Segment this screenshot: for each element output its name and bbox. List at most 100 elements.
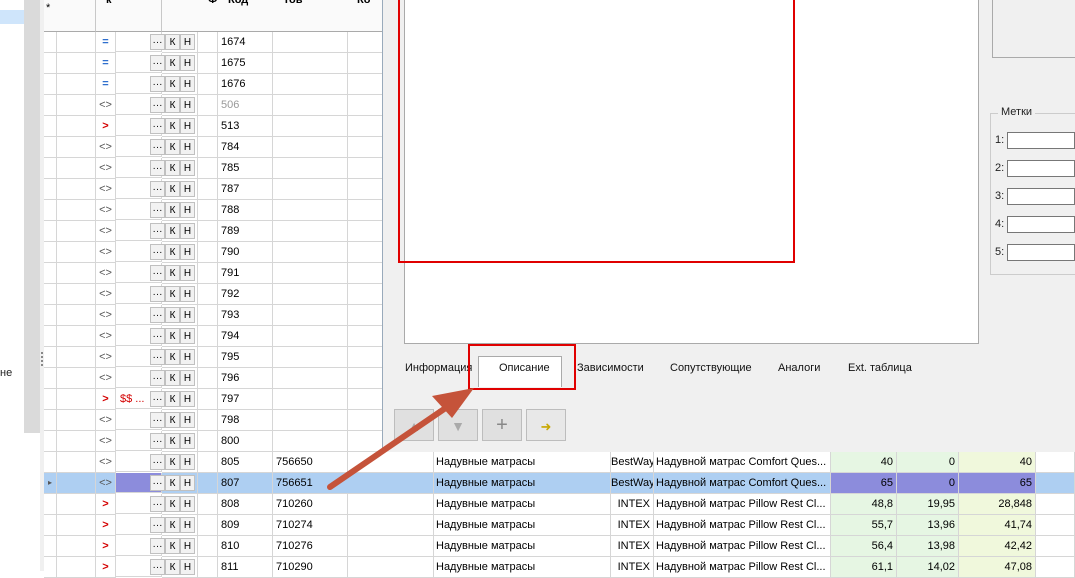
row-indicator[interactable] (44, 410, 57, 431)
row-button-dots[interactable]: ··· (150, 223, 165, 239)
tab-0[interactable]: Информация (405, 362, 472, 374)
tab-5[interactable]: Ext. таблица (848, 362, 912, 374)
row-button-dots[interactable]: ··· (150, 34, 165, 50)
row-indicator[interactable] (44, 368, 57, 389)
row-button-k[interactable]: К (165, 181, 180, 197)
row-button-dots[interactable]: ··· (150, 307, 165, 323)
row-button-dots[interactable]: ··· (150, 349, 165, 365)
grid-header-cell[interactable] (116, 0, 162, 32)
row-button-n[interactable]: Н (180, 454, 195, 470)
row-button-k[interactable]: К (165, 328, 180, 344)
row-indicator[interactable] (44, 389, 57, 410)
row-button-k[interactable]: К (165, 223, 180, 239)
row-button-dots[interactable]: ··· (150, 244, 165, 260)
row-indicator[interactable] (44, 536, 57, 557)
row-button-k[interactable]: К (165, 391, 180, 407)
row-button-k[interactable]: К (165, 517, 180, 533)
move-down-button[interactable]: ▼ (438, 409, 478, 441)
move-up-button[interactable]: ▲ (394, 409, 434, 441)
row-button-dots[interactable]: ··· (150, 265, 165, 281)
left-pane-selected-item[interactable] (0, 10, 24, 24)
grid-header-cell[interactable] (57, 0, 96, 32)
row-indicator[interactable] (44, 326, 57, 347)
row-button-k[interactable]: К (165, 370, 180, 386)
row-button-k[interactable]: К (165, 286, 180, 302)
row-button-n[interactable]: Н (180, 475, 195, 491)
row-indicator[interactable] (44, 284, 57, 305)
row-button-dots[interactable]: ··· (150, 139, 165, 155)
row-button-k[interactable]: К (165, 433, 180, 449)
row-indicator[interactable] (44, 431, 57, 452)
table-row[interactable]: ▸ <> ··· К Н 807 756651 Надувные матрасы BestWay… (44, 473, 1075, 494)
row-button-k[interactable]: К (165, 55, 180, 71)
row-indicator[interactable] (44, 32, 57, 53)
row-button-n[interactable]: Н (180, 328, 195, 344)
row-button-dots[interactable]: ··· (150, 76, 165, 92)
row-button-k[interactable]: К (165, 349, 180, 365)
row-button-dots[interactable]: ··· (150, 538, 165, 554)
row-button-k[interactable]: К (165, 496, 180, 512)
row-button-k[interactable]: К (165, 265, 180, 281)
row-button-n[interactable]: Н (180, 139, 195, 155)
row-indicator[interactable] (44, 158, 57, 179)
row-button-n[interactable]: Н (180, 412, 195, 428)
add-button[interactable]: + (482, 409, 522, 441)
row-button-dots[interactable]: ··· (150, 475, 165, 491)
row-button-n[interactable]: Н (180, 118, 195, 134)
row-indicator[interactable] (44, 494, 57, 515)
row-button-n[interactable]: Н (180, 559, 195, 575)
row-button-dots[interactable]: ··· (150, 412, 165, 428)
row-button-k[interactable]: К (165, 559, 180, 575)
row-indicator[interactable]: ▸ (44, 473, 57, 494)
row-button-n[interactable]: Н (180, 517, 195, 533)
row-button-dots[interactable]: ··· (150, 97, 165, 113)
row-button-dots[interactable]: ··· (150, 454, 165, 470)
row-button-n[interactable]: Н (180, 286, 195, 302)
row-button-n[interactable]: Н (180, 181, 195, 197)
row-button-k[interactable]: К (165, 307, 180, 323)
row-button-k[interactable]: К (165, 160, 180, 176)
row-button-dots[interactable]: ··· (150, 559, 165, 575)
row-button-n[interactable]: Н (180, 433, 195, 449)
table-row[interactable]: > ··· К Н 809 710274 Надувные матрасы INTEX Наду… (44, 515, 1075, 536)
tag-input[interactable] (1007, 244, 1075, 261)
row-button-n[interactable]: Н (180, 97, 195, 113)
table-row[interactable]: > ··· К Н 808 710260 Надувные матрасы INTEX Наду… (44, 494, 1075, 515)
row-button-n[interactable]: Н (180, 349, 195, 365)
tag-input[interactable] (1007, 188, 1075, 205)
row-button-dots[interactable]: ··· (150, 160, 165, 176)
row-button-dots[interactable]: ··· (150, 181, 165, 197)
row-button-n[interactable]: Н (180, 265, 195, 281)
table-row[interactable]: > ··· К Н 811 710290 Надувные матрасы INTEX Наду… (44, 557, 1075, 578)
row-indicator[interactable] (44, 557, 57, 578)
row-indicator[interactable] (44, 116, 57, 137)
row-button-k[interactable]: К (165, 97, 180, 113)
row-button-n[interactable]: Н (180, 160, 195, 176)
row-indicator[interactable] (44, 179, 57, 200)
row-button-n[interactable]: Н (180, 76, 195, 92)
row-button-dots[interactable]: ··· (150, 517, 165, 533)
row-indicator[interactable] (44, 242, 57, 263)
row-button-n[interactable]: Н (180, 55, 195, 71)
row-indicator[interactable] (44, 515, 57, 536)
row-indicator[interactable] (44, 74, 57, 95)
row-button-n[interactable]: Н (180, 202, 195, 218)
table-row[interactable]: > ··· К Н 810 710276 Надувные матрасы INTEX Наду… (44, 536, 1075, 557)
row-button-dots[interactable]: ··· (150, 286, 165, 302)
vertical-scrollbar[interactable] (24, 0, 40, 433)
row-indicator[interactable] (44, 452, 57, 473)
tab-3[interactable]: Сопутствующие (670, 362, 752, 374)
row-button-dots[interactable]: ··· (150, 370, 165, 386)
tab-4[interactable]: Аналоги (778, 362, 820, 374)
row-button-dots[interactable]: ··· (150, 433, 165, 449)
row-button-n[interactable]: Н (180, 370, 195, 386)
row-button-dots[interactable]: ··· (150, 202, 165, 218)
tab-2[interactable]: Зависимости (577, 362, 644, 374)
row-indicator[interactable] (44, 305, 57, 326)
row-button-k[interactable]: К (165, 202, 180, 218)
row-button-k[interactable]: К (165, 412, 180, 428)
row-indicator[interactable] (44, 221, 57, 242)
row-button-dots[interactable]: ··· (150, 328, 165, 344)
tag-input[interactable] (1007, 216, 1075, 233)
grid-header-cell[interactable]: Тов (273, 0, 357, 32)
